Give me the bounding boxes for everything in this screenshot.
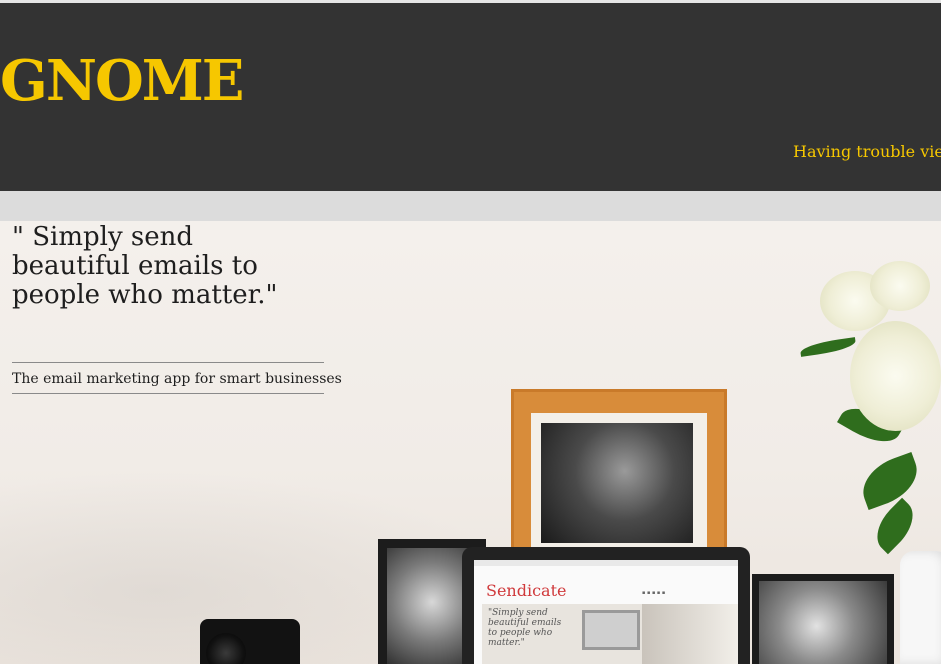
camera-lens [206,633,246,664]
tagline-top-rule [12,362,324,363]
hero-tagline: The email marketing app for smart busine… [12,371,342,387]
laptop-screen: Sendicate ▪ ▪ ▪ ▪ ▪ "Simply send beautif… [474,560,738,664]
screen-brand: Sendicate [486,581,567,600]
screen-photo [642,604,738,664]
leaf [799,337,857,357]
hydrangea-flowers [799,261,941,561]
site-logo[interactable]: GNOME [0,53,244,109]
black-picture-frame-right [752,574,894,664]
hero-quote: " Simply send beautiful emails to people… [12,222,278,310]
tagline-bottom-rule [12,393,324,394]
laptop: Sendicate ▪ ▪ ▪ ▪ ▪ "Simply send beautif… [462,547,750,664]
view-in-browser-link[interactable]: Having trouble viewin [793,142,941,161]
white-vase [900,551,941,664]
wooden-picture-frame [511,389,727,559]
screen-quote: "Simply send beautiful emails to people … [488,608,562,648]
hero-banner: " Simply send beautiful emails to people… [0,221,941,664]
flower-bloom [850,321,941,431]
bw-photo [541,423,693,543]
page-header: GNOME Having trouble viewin [0,3,941,191]
camera [200,619,300,664]
screen-nav-bar [474,560,738,566]
flower-bloom [870,261,930,311]
screen-nav-links: ▪ ▪ ▪ ▪ ▪ [642,590,666,596]
header-divider-band [0,191,941,221]
leaf [854,451,926,511]
bw-photo-right [759,581,887,664]
frame-mat [531,413,707,553]
screen-hero: "Simply send beautiful emails to people … [482,604,738,664]
screen-monitor-image [582,610,640,650]
